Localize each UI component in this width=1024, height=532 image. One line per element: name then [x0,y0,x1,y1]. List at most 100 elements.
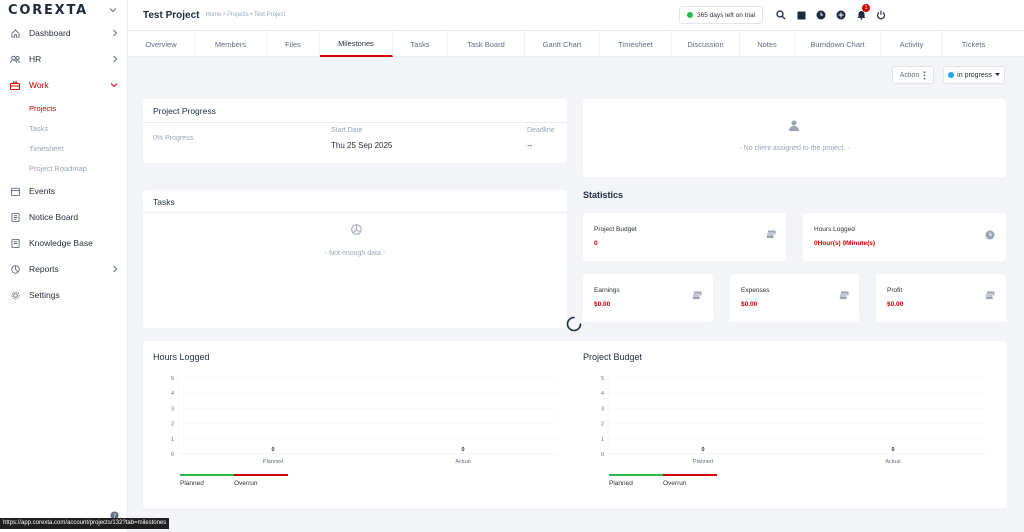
clock-icon [985,230,995,240]
legend-planned-swatch [609,474,663,476]
gear-icon [9,289,21,301]
sidebar-item-label: Settings [29,290,60,300]
sidebar-item-work[interactable]: Work [0,72,127,98]
sidebar-item-events[interactable]: Events [0,178,127,204]
chevron-right-icon [112,265,118,273]
breadcrumb[interactable]: Home • Projects • Test Project [206,12,286,18]
project-tabs: Overview Members Files Milestones Tasks … [128,31,1024,57]
stat-value: $0.00 [594,301,611,308]
tab-milestones[interactable]: Milestones [320,31,393,57]
tab-task-board[interactable]: Task Board [448,31,525,57]
stat-value: $0.00 [887,301,904,308]
stat-value: 0 [594,240,598,247]
users-icon [9,53,21,65]
sidebar-item-label: Reports [29,264,59,274]
stat-label: Earnings [594,287,620,294]
tab-timesheet[interactable]: Timesheet [600,31,672,57]
pie-chart-icon [351,224,362,235]
tab-files[interactable]: Files [267,31,320,57]
tasks-empty-message: - Not enough data - [324,250,386,257]
tab-overview[interactable]: Overview [128,31,195,57]
trial-status-dot [687,12,693,18]
sticky-note-icon[interactable] [791,8,811,22]
start-date-label: Start Date [331,127,363,134]
sidebar-item-dashboard[interactable]: Dashboard [0,20,127,46]
sidebar-item-label: Work [29,80,49,90]
add-icon[interactable] [831,8,851,22]
data-label: 0 [461,447,464,453]
tab-members[interactable]: Members [195,31,267,57]
money-icon [766,230,776,239]
chart-icon [9,263,21,275]
trial-badge[interactable]: 365 days left on trial [679,6,764,24]
notification-count: 1 [862,4,870,12]
action-button[interactable]: Action [892,66,934,84]
tab-discussion[interactable]: Discussion [672,31,740,57]
progress-text: 0% Progress [153,135,194,142]
legend-overrun-label: Overrun [234,480,258,487]
sidebar-item-knowledge-base[interactable]: Knowledge Base [0,230,127,256]
calendar-icon [9,185,21,197]
sidebar-subitem-tasks[interactable]: Tasks [0,118,127,138]
tab-tasks[interactable]: Tasks [393,31,448,57]
logo[interactable]: COREXTA [8,3,88,18]
y-tick-label: 2 [171,422,174,428]
chevron-down-icon[interactable] [109,6,117,14]
briefcase-icon [9,79,21,91]
tab-activity[interactable]: Activity [881,31,943,57]
charts-card: Hours Logged Project Budget 0 1 2 3 4 5 0 Plann… [143,341,1007,508]
chevron-right-icon [112,55,118,63]
sidebar-item-label: Notice Board [29,212,79,222]
power-icon[interactable] [871,8,891,22]
book-icon [9,237,21,249]
user-icon [789,120,799,131]
stat-label: Project Budget [594,226,637,233]
legend-overrun-swatch [234,474,288,476]
trial-text: 365 days left on trial [697,11,756,19]
page-title: Test Project [143,9,200,21]
sidebar-item-settings[interactable]: Settings [0,282,127,308]
sidebar-item-label: Dashboard [29,28,71,38]
money-icon [839,291,849,300]
tab-burndown-chart[interactable]: Burndown Chart [795,31,881,57]
sidebar-item-notice-board[interactable]: Notice Board [0,204,127,230]
y-tick-label: 3 [601,406,604,412]
home-icon [9,27,21,39]
card-title: Project Progress [153,106,216,116]
hours-chart-title: Hours Logged [153,352,210,362]
project-status-select[interactable]: in progress [943,66,1005,84]
tab-tickets[interactable]: Tickets [943,31,1004,57]
tab-notes[interactable]: Notes [740,31,795,57]
sidebar-subitem-projects[interactable]: Projects [0,98,127,118]
legend-planned-swatch [180,474,234,476]
chevron-right-icon [112,29,118,37]
y-tick-label: 4 [601,391,604,397]
tab-gantt-chart[interactable]: Gantt Chart [525,31,600,57]
deadline-label: Deadline [527,127,555,134]
logo-row: COREXTA [0,0,127,20]
sidebar-subitem-project-roadmap[interactable]: Project Roadmap [0,158,127,178]
status-dot [948,72,955,78]
sidebar-subitem-timesheet[interactable]: Timesheet [0,138,127,158]
divider [143,212,567,213]
stat-hours-logged: Hours Logged 0Hour(s) 0Minute(s) [803,213,1006,261]
stat-label: Profit [887,287,903,294]
legend-overrun-label: Overrun [663,480,687,487]
legend-planned-label: Planned [609,480,633,487]
data-label: 0 [271,447,274,453]
client-card: - No client assigned to the project. - [583,99,1006,177]
hours-logged-chart: 0 1 2 3 4 5 0 Planned 0 Actual [171,376,558,465]
y-tick-label: 3 [171,406,174,412]
project-budget-chart: 0 1 2 3 4 5 0 Planned 0 Actual [601,376,988,465]
stat-value: 0Hour(s) 0Minute(s) [814,240,876,247]
action-label: Action [899,71,920,79]
search-icon[interactable] [771,8,791,22]
loading-spinner-icon [566,316,582,332]
legend-planned-label: Planned [180,480,204,487]
sidebar-item-hr[interactable]: HR [0,46,127,72]
stat-expenses: Expenses $0.00 [730,274,859,322]
project-progress-card: Project Progress 0% Progress Start Date … [143,99,567,163]
sidebar-item-reports[interactable]: Reports [0,256,127,282]
clock-icon[interactable] [811,8,831,22]
bell-icon[interactable]: 1 [851,4,871,22]
